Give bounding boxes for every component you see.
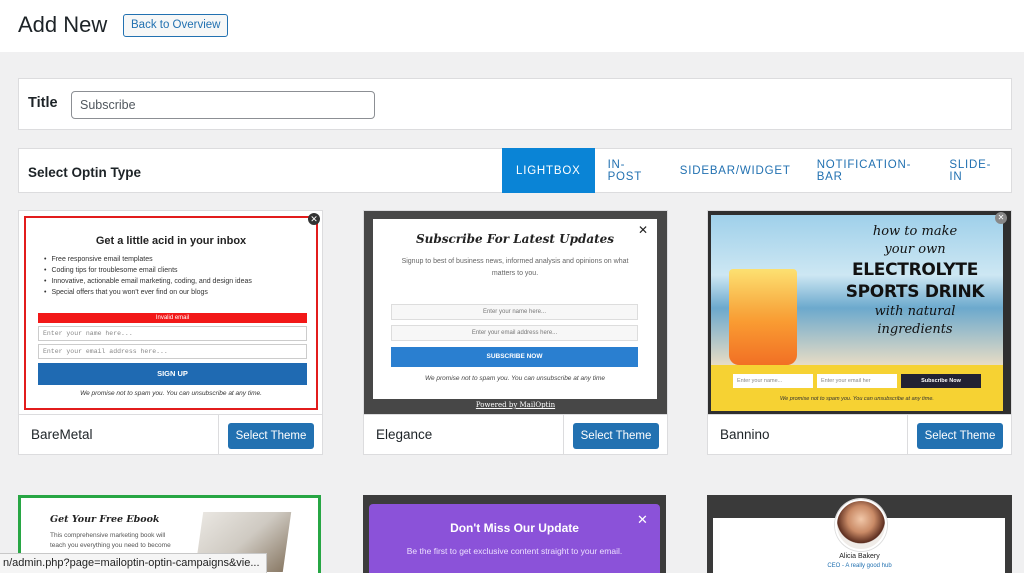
title-input[interactable] — [71, 91, 375, 119]
preview-bullet: Innovative, actionable email marketing, … — [44, 278, 251, 285]
select-theme-button[interactable]: Select Theme — [917, 423, 1003, 449]
preview-bullet-list: Free responsive email templates Coding t… — [44, 256, 252, 300]
preview-name-field: Enter your name... — [733, 374, 813, 388]
preview-bullet: Special offers that you won't ever find … — [44, 289, 252, 296]
dont-miss-box: Don't Miss Our Update Be the first to ge… — [369, 504, 660, 573]
baremetal-optin-frame: Get a little acid in your inbox Free res… — [24, 216, 318, 410]
theme-name: Elegance — [376, 427, 433, 442]
status-bar-url: n/admin.php?page=mailoptin-optin-campaig… — [0, 553, 267, 573]
preview-headline: Get a little acid in your inbox — [95, 235, 247, 247]
theme-preview-testimonial[interactable]: Alicia Bakery CEO - A really good hub — [707, 495, 1012, 573]
avatar — [835, 499, 887, 551]
preview-subline: Be the first to get exclusive content st… — [406, 546, 623, 556]
testimonial-name: Alicia Bakery — [839, 553, 880, 560]
tab-notification-bar[interactable]: NOTIFICATION-BAR — [804, 148, 937, 193]
tab-lightbox[interactable]: LIGHTBOX — [502, 148, 595, 193]
preview-email-field: Enter your email address here... — [391, 325, 638, 341]
preview-signup-button: SIGN UP — [38, 363, 307, 385]
elegance-modal: ✕ Subscribe For Latest Updates Signup to… — [373, 219, 657, 399]
headline-line: with natural — [874, 304, 956, 319]
tab-slide-in[interactable]: SLIDE-IN — [936, 148, 1011, 193]
preview-email-field: Enter your email address here... — [38, 344, 307, 359]
back-to-overview-button[interactable]: Back to Overview — [123, 14, 229, 37]
bannino-form-bar: Enter your name... Enter your email her … — [711, 365, 1003, 411]
headline-line: your own — [884, 242, 946, 257]
preview-subline: Signup to best of business news, informe… — [401, 258, 629, 277]
select-theme-button[interactable]: Select Theme — [228, 423, 314, 449]
page-title: Add New — [18, 12, 108, 37]
theme-preview-dont-miss[interactable]: Don't Miss Our Update Be the first to ge… — [363, 495, 668, 573]
bannino-optin: how to make your own ELECTROLYTE SPORTS … — [711, 215, 1003, 411]
optin-type-section: Select Optin Type LIGHTBOX IN-POST SIDEB… — [18, 148, 1012, 193]
close-icon: ✕ — [637, 512, 648, 527]
footer-divider — [218, 415, 219, 455]
dont-miss-overlay: Don't Miss Our Update Be the first to ge… — [363, 495, 666, 573]
headline-line: ELECTROLYTE — [851, 260, 979, 280]
theme-card-baremetal: Get a little acid in your inbox Free res… — [18, 210, 323, 455]
preview-email-field: Enter your email her — [817, 374, 897, 388]
preview-headline: Don't Miss Our Update — [450, 521, 579, 535]
preview-subscribe-button: SUBSCRIBE NOW — [391, 347, 638, 367]
preview-name-field: Enter your name here... — [391, 304, 638, 320]
title-section: Title — [18, 78, 1012, 130]
preview-headline: Subscribe For Latest Updates — [415, 232, 615, 246]
theme-name: BareMetal — [31, 427, 93, 442]
preview-note: We promise not to spam you. You can unsu… — [80, 390, 262, 397]
select-theme-button[interactable]: Select Theme — [573, 423, 659, 449]
headline-line: ingredients — [877, 322, 953, 337]
theme-preview-elegance[interactable]: ✕ Subscribe For Latest Updates Signup to… — [364, 211, 667, 414]
page-header: Add New Back to Overview — [0, 0, 1024, 52]
theme-name: Bannino — [720, 427, 770, 442]
theme-preview-bannino[interactable]: how to make your own ELECTROLYTE SPORTS … — [708, 211, 1011, 414]
preview-note: We promise not to spam you. You can unsu… — [424, 375, 606, 382]
optin-type-label: Select Optin Type — [28, 165, 142, 180]
headline-line: how to make — [872, 224, 958, 239]
footer-divider — [563, 415, 564, 455]
theme-card-footer: BareMetal Select Theme — [19, 414, 322, 455]
drink-glass-image — [729, 269, 797, 365]
theme-card-bannino: how to make your own ELECTROLYTE SPORTS … — [707, 210, 1012, 455]
title-label: Title — [28, 95, 58, 111]
theme-preview-baremetal[interactable]: Get a little acid in your inbox Free res… — [19, 211, 322, 414]
tab-in-post[interactable]: IN-POST — [595, 148, 667, 193]
preview-subline: This comprehensive marketing book will t… — [50, 532, 171, 549]
powered-by-link: Powered by MailOptin — [475, 401, 556, 409]
footer-divider — [907, 415, 908, 455]
theme-card-footer: Elegance Select Theme — [364, 414, 667, 455]
preview-name-field: Enter your name here... — [38, 326, 307, 341]
theme-card-footer: Bannino Select Theme — [708, 414, 1011, 455]
bannino-headline: how to make your own ELECTROLYTE SPORTS … — [829, 223, 1001, 339]
close-icon: ✕ — [308, 213, 320, 225]
preview-bullet: Coding tips for troublesome email client… — [44, 267, 252, 274]
preview-note: We promise not to spam you. You can unsu… — [780, 396, 934, 402]
close-icon: ✕ — [995, 212, 1007, 224]
tab-sidebar-widget[interactable]: SIDEBAR/WIDGET — [667, 148, 804, 193]
testimonial-role: CEO - A really good hub — [827, 563, 892, 569]
preview-bullet: Free responsive email templates — [44, 256, 252, 263]
preview-subscribe-button: Subscribe Now — [901, 374, 981, 388]
preview-headline: Get Your Free Ebook — [50, 514, 160, 525]
testimonial-overlay: Alicia Bakery CEO - A really good hub — [707, 495, 1012, 573]
theme-card-elegance: ✕ Subscribe For Latest Updates Signup to… — [363, 210, 668, 455]
headline-line: SPORTS DRINK — [845, 282, 985, 302]
preview-error-banner: Invalid email — [38, 313, 307, 323]
optin-type-tabs: LIGHTBOX IN-POST SIDEBAR/WIDGET NOTIFICA… — [502, 148, 1011, 193]
